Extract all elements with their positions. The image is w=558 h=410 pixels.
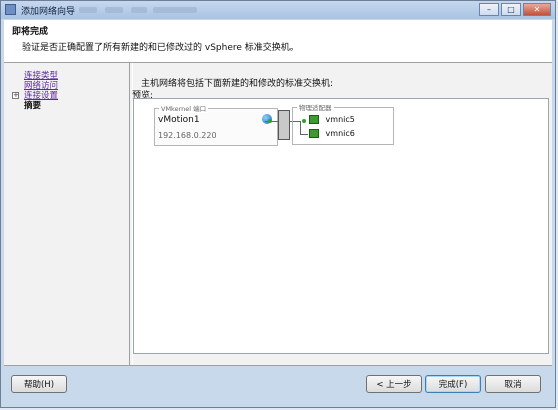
vswitch-icon bbox=[278, 110, 290, 140]
page-subtitle: 验证是否正确配置了所有新建的和已修改过的 vSphere 标准交换机。 bbox=[22, 43, 299, 53]
wizard-header: 即将完成 验证是否正确配置了所有新建的和已修改过的 vSphere 标准交换机。 bbox=[4, 20, 552, 63]
step-label[interactable]: 连接设置 bbox=[24, 91, 58, 101]
adapters-caption: 物理适配器 bbox=[297, 102, 334, 112]
adapter-row[interactable]: vmnic6 bbox=[309, 129, 355, 138]
wizard-window: 添加网络向导 – □ ✕ 即将完成 验证是否正确配置了所有新建的和已修改过的 v… bbox=[0, 0, 556, 408]
adapter-row[interactable]: vmnic5 bbox=[309, 115, 355, 124]
adapter-name: vmnic6 bbox=[325, 129, 355, 138]
port-ip: 192.168.0.220 bbox=[158, 131, 217, 140]
status-dot-icon bbox=[268, 119, 272, 123]
step-label-current: 摘要 bbox=[24, 101, 42, 111]
step-connection-settings[interactable]: + 连接设置 bbox=[8, 91, 128, 101]
vmkernel-port-group[interactable]: VMkernel 端口 vMotion1 192.168.0.220 bbox=[154, 103, 278, 146]
physical-adapters-group: 物理适配器 vmnic5 vmnic6 bbox=[292, 102, 394, 145]
page-title: 即将完成 bbox=[12, 27, 49, 37]
preview-panel: VMkernel 端口 vMotion1 192.168.0.220 物理适配器… bbox=[133, 98, 549, 354]
wizard-steps: 连接类型 网络访问 + 连接设置 摘要 bbox=[8, 71, 128, 357]
window-title: 添加网络向导 bbox=[21, 7, 76, 17]
finish-button[interactable]: 完成(F) bbox=[425, 375, 481, 393]
step-connection-type[interactable]: 连接类型 bbox=[8, 71, 128, 81]
network-card-icon bbox=[309, 129, 319, 138]
plus-box-icon[interactable]: + bbox=[12, 92, 19, 99]
port-name: vMotion1 bbox=[158, 115, 200, 125]
main-description: 主机网络将包括下面新建的和修改的标准交换机: bbox=[141, 79, 334, 89]
maximize-button[interactable]: □ bbox=[501, 3, 521, 16]
title-bar[interactable]: 添加网络向导 – □ ✕ bbox=[1, 1, 555, 19]
step-summary: 摘要 bbox=[8, 101, 128, 111]
port-group-caption: VMkernel 端口 bbox=[159, 103, 209, 113]
back-button[interactable]: < 上一步 bbox=[366, 375, 422, 393]
wizard-icon bbox=[5, 4, 16, 15]
background-tabs bbox=[79, 4, 199, 16]
step-network-access[interactable]: 网络访问 bbox=[8, 81, 128, 91]
network-card-icon bbox=[309, 115, 319, 124]
wizard-content: 连接类型 网络访问 + 连接设置 摘要 主机网络将包括下面新建的和修改的标准交换… bbox=[4, 63, 552, 366]
cancel-button[interactable]: 取消 bbox=[485, 375, 541, 393]
minimize-button[interactable]: – bbox=[479, 3, 499, 16]
step-label[interactable]: 连接类型 bbox=[24, 71, 58, 81]
close-button[interactable]: ✕ bbox=[523, 3, 551, 16]
step-label[interactable]: 网络访问 bbox=[24, 81, 58, 91]
help-button[interactable]: 帮助(H) bbox=[11, 375, 67, 393]
adapter-name: vmnic5 bbox=[325, 115, 355, 124]
